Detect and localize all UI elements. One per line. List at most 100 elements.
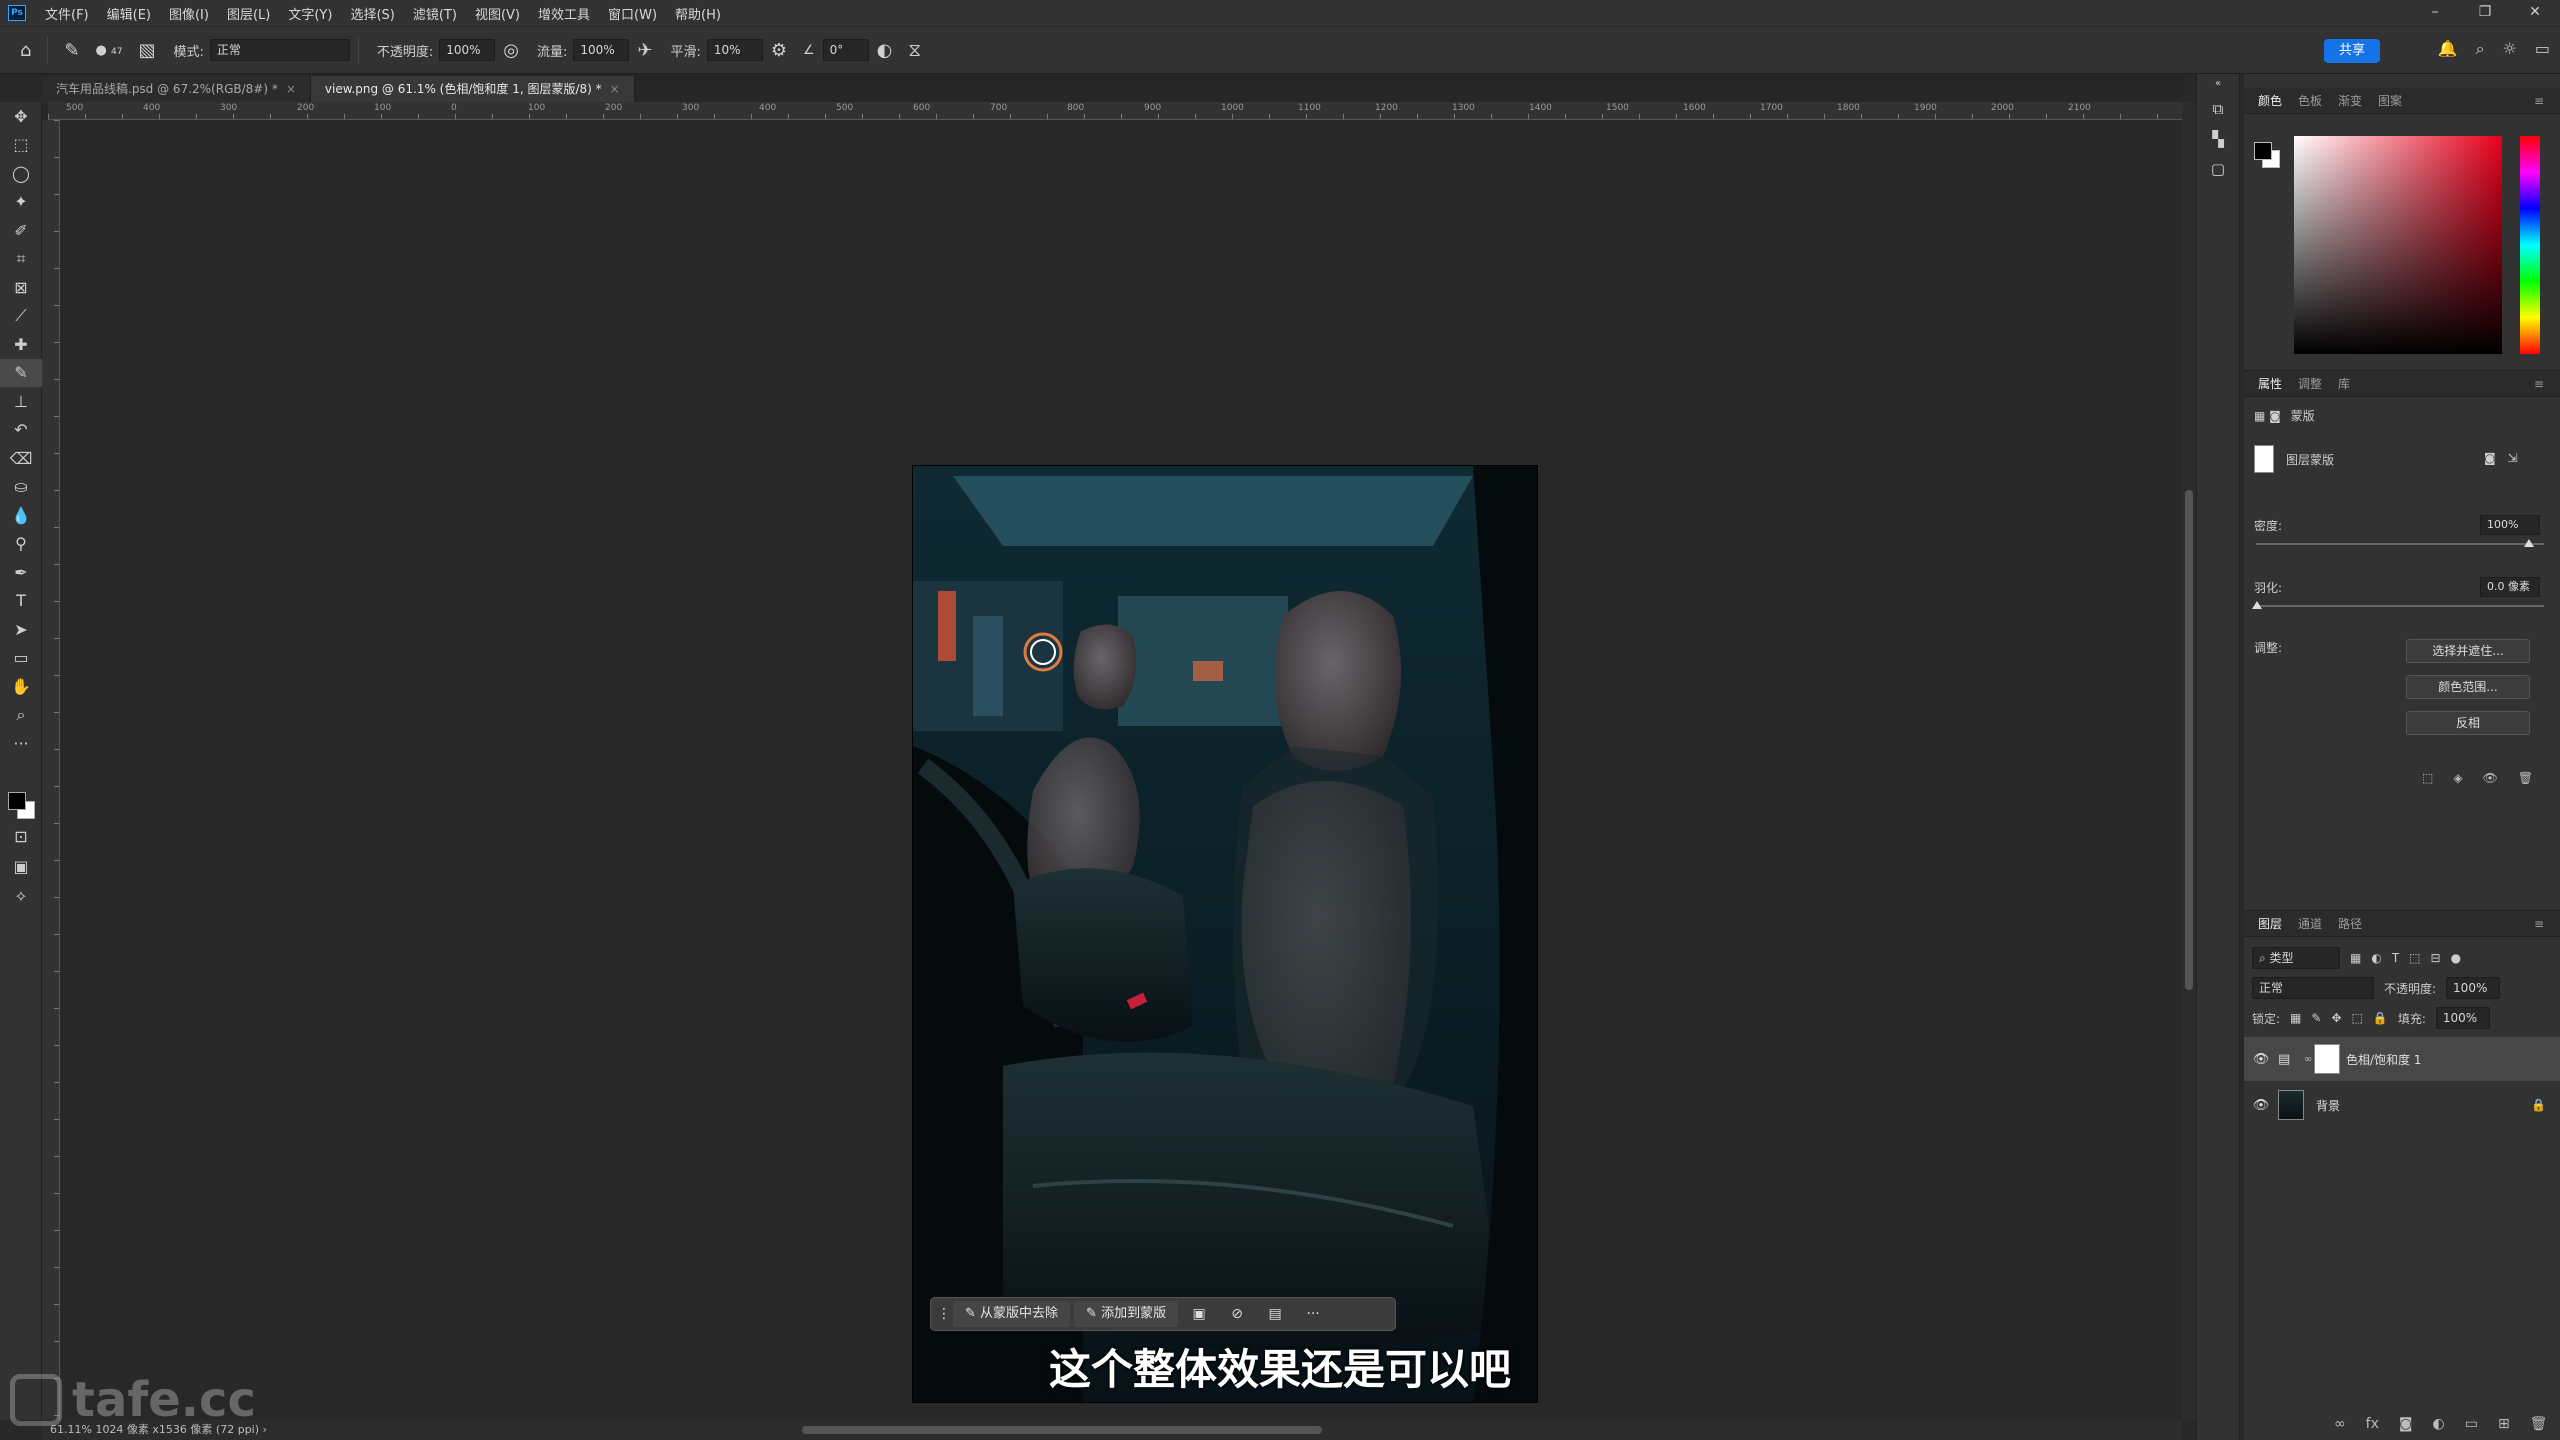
panel-menu-icon[interactable]: ≡ [2526, 917, 2552, 931]
scroll-thumb[interactable] [2185, 490, 2193, 990]
brush-preset-picker[interactable]: ● 47 [96, 43, 123, 58]
lock-transparent-icon[interactable]: ▦ [2290, 1011, 2301, 1025]
pressure-opacity-icon[interactable]: ◎ [503, 40, 519, 61]
fill-mask-icon[interactable]: ▤ [1258, 1306, 1292, 1322]
clone-stamp-tool-icon[interactable]: ⊥ [0, 387, 42, 416]
lasso-tool-icon[interactable]: ◯ [0, 159, 42, 188]
magic-wand-tool-icon[interactable]: ✦ [0, 188, 42, 217]
hand-tool-icon[interactable]: ✋ [0, 672, 42, 701]
filter-toggle-icon[interactable]: ● [2451, 951, 2461, 965]
eraser-tool-icon[interactable]: ⌫ [0, 444, 42, 473]
menu-view[interactable]: 视图(V) [466, 4, 529, 23]
tab-gradients[interactable]: 渐变 [2330, 92, 2370, 109]
brush-settings-icon[interactable]: ▧ [138, 40, 155, 61]
quick-mask-icon[interactable]: ⊡ [0, 822, 42, 851]
pixel-mask-icon[interactable]: ▦ [2254, 409, 2265, 423]
type-tool-icon[interactable]: T [0, 587, 42, 616]
home-icon[interactable]: ⌂ [20, 40, 31, 61]
feather-slider-knob[interactable] [2252, 601, 2262, 609]
path-selection-tool-icon[interactable]: ➤ [0, 615, 42, 644]
new-adjustment-icon[interactable]: ◐ [2432, 1416, 2444, 1432]
close-tab-icon[interactable]: × [286, 82, 296, 96]
apply-mask-icon[interactable]: ◈ [2453, 771, 2462, 785]
hue-slider[interactable] [2520, 136, 2540, 354]
tab-patterns[interactable]: 图案 [2370, 92, 2410, 109]
foreground-color-swatch[interactable] [8, 792, 26, 810]
menu-plugins[interactable]: 增效工具 [529, 4, 599, 23]
quick-selection-tool-icon[interactable]: ✐ [0, 216, 42, 245]
mode-select[interactable]: 正常 [209, 39, 350, 61]
layer-style-icon[interactable]: fx [2366, 1416, 2379, 1432]
lock-all-icon[interactable]: 🔒 [2373, 1011, 2388, 1025]
tab-document-1[interactable]: 汽车用品线稿.psd @ 67.2%(RGB/8#) * × [42, 76, 311, 102]
panel-foreground-swatch[interactable] [2254, 142, 2272, 160]
mask-visibility-icon[interactable]: ◙ [2484, 451, 2496, 465]
invert-button[interactable]: 反相 [2406, 711, 2530, 735]
marquee-tool-icon[interactable]: ⬚ [0, 131, 42, 160]
angle-input[interactable]: 0° [822, 39, 869, 61]
blend-mode-select[interactable]: 正常 [2252, 977, 2374, 999]
collapse-icon[interactable]: « [2197, 74, 2239, 94]
smoothing-input[interactable]: 10% [706, 39, 763, 61]
close-window-button[interactable]: ✕ [2510, 0, 2560, 26]
layer-mask-thumbnail[interactable] [2314, 1044, 2340, 1074]
restore-button[interactable]: ❐ [2460, 0, 2510, 26]
layer-name[interactable]: 背景 [2316, 1097, 2340, 1114]
feather-input[interactable]: 0.0 像素 [2480, 577, 2540, 597]
pressure-size-icon[interactable]: ◐ [877, 40, 893, 61]
blur-tool-icon[interactable]: 💧 [0, 501, 42, 530]
history-brush-tool-icon[interactable]: ↶ [0, 416, 42, 445]
learn-panel-icon[interactable]: ▚ [2197, 124, 2239, 154]
link-layers-icon[interactable]: ∞ [2334, 1416, 2346, 1432]
share-button[interactable]: 共享 [2324, 39, 2380, 63]
tab-adjustments[interactable]: 调整 [2290, 375, 2330, 392]
notifications-icon[interactable]: 🔔 [2438, 39, 2458, 59]
horizontal-scrollbar[interactable] [310, 1420, 2182, 1440]
symmetry-icon[interactable]: ⧖ [908, 40, 921, 61]
new-group-icon[interactable]: ▭ [2465, 1416, 2478, 1432]
filter-type-icon[interactable]: T [2392, 951, 2399, 965]
menu-filter[interactable]: 滤镜(T) [404, 4, 466, 23]
add-to-mask-button[interactable]: ✎ 添加到蒙版 [1074, 1301, 1179, 1327]
filter-pixel-icon[interactable]: ▦ [2350, 951, 2361, 965]
mask-options-icon[interactable]: ▣ [1182, 1306, 1216, 1322]
new-layer-icon[interactable]: ⊞ [2498, 1416, 2510, 1432]
filter-adjustment-icon[interactable]: ◐ [2371, 951, 2381, 965]
lock-artboard-icon[interactable]: ⬚ [2352, 1011, 2363, 1025]
tab-color[interactable]: 颜色 [2250, 92, 2290, 109]
minimize-button[interactable]: – [2410, 0, 2460, 26]
close-tab-icon[interactable]: × [610, 82, 620, 96]
tab-paths[interactable]: 路径 [2330, 915, 2370, 932]
filter-smart-object-icon[interactable]: ⊟ [2431, 951, 2441, 965]
flow-input[interactable]: 100% [573, 39, 630, 61]
vertical-ruler[interactable] [42, 120, 60, 1420]
tab-properties[interactable]: 属性 [2250, 375, 2290, 392]
apply-mask-icon[interactable]: ⇲ [2507, 451, 2517, 465]
tab-channels[interactable]: 通道 [2290, 915, 2330, 932]
brush-tool-preset-icon[interactable]: ✎ [64, 40, 79, 61]
more-options-icon[interactable]: ··· [1296, 1306, 1330, 1322]
lock-pixels-icon[interactable]: ✎ [2311, 1011, 2321, 1025]
drag-handle-icon[interactable]: ⋮ [937, 1306, 951, 1322]
history-panel-icon[interactable]: ⧉ [2197, 94, 2239, 124]
layer-row-hue-saturation[interactable]: 👁 ▤ ∞ 色相/饱和度 1 [2244, 1037, 2560, 1081]
discover-icon[interactable]: ☼ [2503, 39, 2517, 59]
layer-opacity-input[interactable]: 100% [2446, 977, 2501, 999]
pen-tool-icon[interactable]: ✒ [0, 558, 42, 587]
layer-row-background[interactable]: 👁 背景 🔒 [2244, 1083, 2560, 1127]
zoom-tool-icon[interactable]: ⌕ [0, 701, 42, 730]
rectangle-tool-icon[interactable]: ▭ [0, 644, 42, 673]
vector-mask-icon[interactable]: ◙ [2269, 409, 2281, 423]
airbrush-icon[interactable]: ✈ [637, 40, 652, 61]
density-slider[interactable] [2256, 543, 2544, 545]
workspace-icon[interactable]: ▭ [2535, 39, 2550, 59]
lock-position-icon[interactable]: ✥ [2331, 1011, 2341, 1025]
menu-edit[interactable]: 编辑(E) [98, 4, 160, 23]
tab-document-2[interactable]: view.png @ 61.1% (色相/饱和度 1, 图层蒙版/8) * × [310, 76, 635, 102]
scroll-thumb[interactable] [802, 1426, 1322, 1434]
visibility-icon[interactable]: 👁 [2483, 771, 2498, 785]
eyedropper-tool-icon[interactable]: ⟋ [0, 302, 42, 331]
move-tool-icon[interactable]: ✥ [0, 102, 42, 131]
fill-input[interactable]: 100% [2435, 1007, 2490, 1029]
menu-type[interactable]: 文字(Y) [279, 4, 341, 23]
